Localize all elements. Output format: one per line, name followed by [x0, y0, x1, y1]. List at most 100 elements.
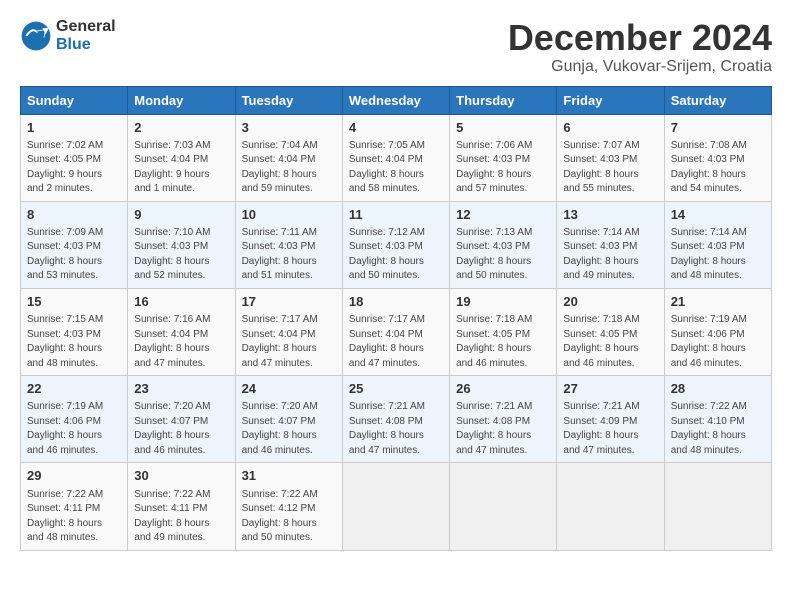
day-number: 26 — [456, 380, 550, 398]
day-number: 24 — [242, 380, 336, 398]
calendar-cell: 1 Sunrise: 7:02 AMSunset: 4:05 PMDaylight… — [21, 114, 128, 201]
calendar-cell: 28 Sunrise: 7:22 AMSunset: 4:10 PMDayligh… — [664, 376, 771, 463]
cell-content: Sunrise: 7:22 AMSunset: 4:12 PMDaylight:… — [242, 488, 336, 546]
cell-content: Sunrise: 7:18 AMSunset: 4:05 PMDaylight:… — [563, 313, 657, 371]
cell-content: Sunrise: 7:22 AMSunset: 4:11 PMDaylight:… — [27, 488, 121, 546]
day-number: 20 — [563, 293, 657, 311]
weekday-header-wednesday: Wednesday — [342, 86, 449, 114]
calendar-cell: 12 Sunrise: 7:13 AMSunset: 4:03 PMDayligh… — [450, 201, 557, 288]
cell-content: Sunrise: 7:20 AMSunset: 4:07 PMDaylight:… — [242, 400, 336, 458]
cell-content: Sunrise: 7:18 AMSunset: 4:05 PMDaylight:… — [456, 313, 550, 371]
calendar-cell: 10Sunrise: 7:11 AMSunset: 4:03 PMDayligh… — [235, 201, 342, 288]
calendar-cell: 25Sunrise: 7:21 AMSunset: 4:08 PMDayligh… — [342, 376, 449, 463]
cell-content: Sunrise: 7:17 AMSunset: 4:04 PMDaylight:… — [242, 313, 336, 371]
cell-content: Sunrise: 7:19 AMSunset: 4:06 PMDaylight:… — [671, 313, 765, 371]
calendar-cell: 31 Sunrise: 7:22 AMSunset: 4:12 PMDayligh… — [235, 463, 342, 550]
cell-content: Sunrise: 7:08 AMSunset: 4:03 PMDaylight:… — [671, 139, 765, 197]
calendar-cell — [450, 463, 557, 550]
calendar-cell: 11Sunrise: 7:12 AMSunset: 4:03 PMDayligh… — [342, 201, 449, 288]
cell-content: Sunrise: 7:04 AMSunset: 4:04 PMDaylight:… — [242, 139, 336, 197]
calendar-cell: 13 Sunrise: 7:14 AMSunset: 4:03 PMDayligh… — [557, 201, 664, 288]
cell-content: Sunrise: 7:05 AMSunset: 4:04 PMDaylight:… — [349, 139, 443, 197]
week-row-5: 29 Sunrise: 7:22 AMSunset: 4:11 PMDayligh… — [21, 463, 772, 550]
calendar-page: General Blue December 2024 Gunja, Vukova… — [0, 0, 792, 561]
weekday-header-row: SundayMondayTuesdayWednesdayThursdayFrid… — [21, 86, 772, 114]
calendar-cell: 15 Sunrise: 7:15 AMSunset: 4:03 PMDayligh… — [21, 288, 128, 375]
calendar-cell: 5 Sunrise: 7:06 AMSunset: 4:03 PMDaylight… — [450, 114, 557, 201]
day-number: 23 — [134, 380, 228, 398]
calendar-cell: 24 Sunrise: 7:20 AMSunset: 4:07 PMDayligh… — [235, 376, 342, 463]
day-number: 28 — [671, 380, 765, 398]
day-number: 14 — [671, 206, 765, 224]
cell-content: Sunrise: 7:16 AMSunset: 4:04 PMDaylight:… — [134, 313, 228, 371]
weekday-header-friday: Friday — [557, 86, 664, 114]
cell-content: Sunrise: 7:02 AMSunset: 4:05 PMDaylight:… — [27, 139, 121, 197]
day-number: 9 — [134, 206, 228, 224]
logo-icon — [20, 20, 52, 52]
calendar-cell: 29 Sunrise: 7:22 AMSunset: 4:11 PMDayligh… — [21, 463, 128, 550]
day-number: 11 — [349, 206, 443, 224]
cell-content: Sunrise: 7:19 AMSunset: 4:06 PMDaylight:… — [27, 400, 121, 458]
week-row-2: 8Sunrise: 7:09 AMSunset: 4:03 PMDaylight… — [21, 201, 772, 288]
cell-content: Sunrise: 7:22 AMSunset: 4:10 PMDaylight:… — [671, 400, 765, 458]
cell-content: Sunrise: 7:10 AMSunset: 4:03 PMDaylight:… — [134, 226, 228, 284]
day-number: 6 — [563, 119, 657, 137]
calendar-cell: 20 Sunrise: 7:18 AMSunset: 4:05 PMDayligh… — [557, 288, 664, 375]
cell-content: Sunrise: 7:06 AMSunset: 4:03 PMDaylight:… — [456, 139, 550, 197]
day-number: 7 — [671, 119, 765, 137]
day-number: 12 — [456, 206, 550, 224]
header: General Blue December 2024 Gunja, Vukova… — [20, 18, 772, 76]
weekday-header-sunday: Sunday — [21, 86, 128, 114]
calendar-cell: 16 Sunrise: 7:16 AMSunset: 4:04 PMDayligh… — [128, 288, 235, 375]
logo: General Blue — [20, 18, 116, 53]
calendar-cell: 2Sunrise: 7:03 AMSunset: 4:04 PMDaylight… — [128, 114, 235, 201]
cell-content: Sunrise: 7:14 AMSunset: 4:03 PMDaylight:… — [563, 226, 657, 284]
day-number: 18 — [349, 293, 443, 311]
calendar-cell: 23 Sunrise: 7:20 AMSunset: 4:07 PMDayligh… — [128, 376, 235, 463]
calendar-cell: 17 Sunrise: 7:17 AMSunset: 4:04 PMDayligh… — [235, 288, 342, 375]
calendar-cell: 14 Sunrise: 7:14 AMSunset: 4:03 PMDayligh… — [664, 201, 771, 288]
logo-general: General — [56, 18, 116, 36]
day-number: 17 — [242, 293, 336, 311]
calendar-table: SundayMondayTuesdayWednesdayThursdayFrid… — [20, 86, 772, 551]
calendar-cell: 8Sunrise: 7:09 AMSunset: 4:03 PMDaylight… — [21, 201, 128, 288]
cell-content: Sunrise: 7:14 AMSunset: 4:03 PMDaylight:… — [671, 226, 765, 284]
calendar-cell: 22 Sunrise: 7:19 AMSunset: 4:06 PMDayligh… — [21, 376, 128, 463]
day-number: 22 — [27, 380, 121, 398]
day-number: 3 — [242, 119, 336, 137]
day-number: 21 — [671, 293, 765, 311]
day-number: 10 — [242, 206, 336, 224]
cell-content: Sunrise: 7:15 AMSunset: 4:03 PMDaylight:… — [27, 313, 121, 371]
logo-text: General Blue — [56, 18, 116, 53]
calendar-cell: 19 Sunrise: 7:18 AMSunset: 4:05 PMDayligh… — [450, 288, 557, 375]
main-title: December 2024 — [508, 18, 772, 58]
day-number: 15 — [27, 293, 121, 311]
weekday-header-thursday: Thursday — [450, 86, 557, 114]
cell-content: Sunrise: 7:13 AMSunset: 4:03 PMDaylight:… — [456, 226, 550, 284]
cell-content: Sunrise: 7:21 AMSunset: 4:09 PMDaylight:… — [563, 400, 657, 458]
calendar-cell: 9 Sunrise: 7:10 AMSunset: 4:03 PMDaylight… — [128, 201, 235, 288]
cell-content: Sunrise: 7:21 AMSunset: 4:08 PMDaylight:… — [349, 400, 443, 458]
day-number: 19 — [456, 293, 550, 311]
weekday-header-tuesday: Tuesday — [235, 86, 342, 114]
calendar-cell: 27Sunrise: 7:21 AMSunset: 4:09 PMDayligh… — [557, 376, 664, 463]
subtitle: Gunja, Vukovar-Srijem, Croatia — [508, 58, 772, 76]
cell-content: Sunrise: 7:20 AMSunset: 4:07 PMDaylight:… — [134, 400, 228, 458]
logo-blue: Blue — [56, 36, 116, 54]
day-number: 16 — [134, 293, 228, 311]
calendar-cell: 30Sunrise: 7:22 AMSunset: 4:11 PMDayligh… — [128, 463, 235, 550]
calendar-cell: 7 Sunrise: 7:08 AMSunset: 4:03 PMDaylight… — [664, 114, 771, 201]
day-number: 31 — [242, 467, 336, 485]
day-number: 29 — [27, 467, 121, 485]
week-row-4: 22 Sunrise: 7:19 AMSunset: 4:06 PMDayligh… — [21, 376, 772, 463]
day-number: 13 — [563, 206, 657, 224]
calendar-cell: 3 Sunrise: 7:04 AMSunset: 4:04 PMDaylight… — [235, 114, 342, 201]
day-number: 5 — [456, 119, 550, 137]
calendar-cell — [342, 463, 449, 550]
calendar-cell: 26Sunrise: 7:21 AMSunset: 4:08 PMDayligh… — [450, 376, 557, 463]
day-number: 1 — [27, 119, 121, 137]
week-row-3: 15 Sunrise: 7:15 AMSunset: 4:03 PMDayligh… — [21, 288, 772, 375]
calendar-cell — [664, 463, 771, 550]
cell-content: Sunrise: 7:07 AMSunset: 4:03 PMDaylight:… — [563, 139, 657, 197]
calendar-cell — [557, 463, 664, 550]
